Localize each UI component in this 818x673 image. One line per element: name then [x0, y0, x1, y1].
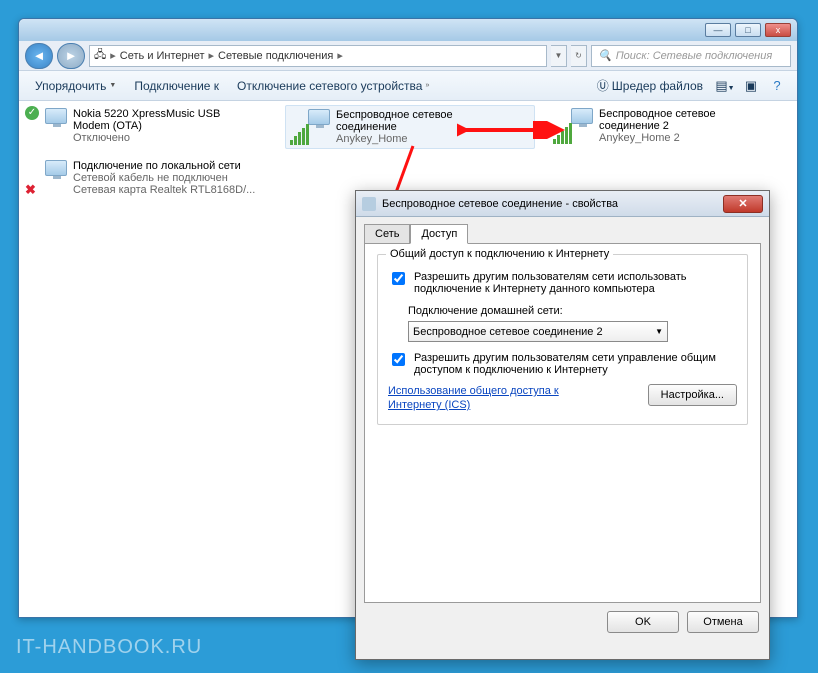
- ics-group: Общий доступ к подключению к Интернету Р…: [377, 254, 748, 425]
- home-network-label: Подключение домашней сети:: [408, 305, 737, 317]
- allow-control-checkbox[interactable]: [392, 353, 405, 366]
- address-row: ◄ ► 🖧 ▸ Сеть и Интернет ▸ Сетевые подклю…: [19, 41, 797, 71]
- allow-control-label: Разрешить другим пользователям сети упра…: [414, 352, 737, 376]
- address-bar[interactable]: 🖧 ▸ Сеть и Интернет ▸ Сетевые подключени…: [89, 45, 547, 67]
- modem-icon: ✓: [27, 108, 67, 144]
- connection-usb-modem[interactable]: ✓ Nokia 5220 XpressMusic USB Modem (OTA)…: [23, 105, 275, 147]
- organize-menu[interactable]: Упорядочить▼: [29, 77, 122, 95]
- connection-name2: Modem (OTA): [73, 120, 220, 132]
- preview-pane-button[interactable]: ▣: [741, 78, 761, 94]
- dialog-close-button[interactable]: ✕: [723, 195, 763, 213]
- connection-name2: соединение: [336, 121, 453, 133]
- dialog-title: Беспроводное сетевое соединение - свойст…: [382, 198, 618, 210]
- search-placeholder: Поиск: Сетевые подключения: [616, 50, 773, 62]
- search-input[interactable]: 🔍 Поиск: Сетевые подключения: [591, 45, 791, 67]
- connection-name: Подключение по локальной сети: [73, 160, 255, 172]
- properties-dialog: Беспроводное сетевое соединение - свойст…: [355, 190, 770, 660]
- ok-button[interactable]: OK: [607, 611, 679, 633]
- breadcrumb-level1[interactable]: Сеть и Интернет: [120, 50, 205, 62]
- dialog-titlebar: Беспроводное сетевое соединение - свойст…: [356, 191, 769, 217]
- title-bar: — □ x: [19, 19, 797, 41]
- help-button[interactable]: ?: [767, 78, 787, 93]
- dialog-buttons: OK Отмена: [356, 611, 769, 643]
- group-title: Общий доступ к подключению к Интернету: [386, 248, 613, 260]
- connection-status: Отключено: [73, 132, 220, 144]
- connection-status: Сетевой кабель не подключен: [73, 172, 255, 184]
- breadcrumb-sep: ▸: [209, 49, 215, 62]
- search-icon: 🔍: [598, 49, 612, 62]
- connection-lan[interactable]: ✖ Подключение по локальной сети Сетевой …: [23, 157, 283, 199]
- home-network-value: Беспроводное сетевое соединение 2: [413, 326, 603, 338]
- connection-name: Nokia 5220 XpressMusic USB: [73, 108, 220, 120]
- lan-icon: ✖: [27, 160, 67, 196]
- toolbar: Упорядочить▼ Подключение к Отключение се…: [19, 71, 797, 101]
- forward-button[interactable]: ►: [57, 43, 85, 69]
- tab-body: Общий доступ к подключению к Интернету Р…: [364, 243, 761, 603]
- address-dropdown[interactable]: ▼: [551, 45, 567, 67]
- connection-adapter: Сетевая карта Realtek RTL8168D/...: [73, 184, 255, 196]
- connection-name: Беспроводное сетевое: [336, 109, 453, 121]
- refresh-button[interactable]: ↻: [571, 45, 587, 67]
- watermark: IT-HANDBOOK.RU: [16, 636, 202, 659]
- allow-share-checkbox[interactable]: [392, 272, 405, 285]
- chevron-down-icon: ▼: [655, 327, 663, 336]
- allow-share-label: Разрешить другим пользователям сети испо…: [414, 271, 737, 295]
- settings-button[interactable]: Настройка...: [648, 384, 737, 406]
- connection-name: Беспроводное сетевое: [599, 108, 716, 120]
- shredder-button[interactable]: Ⓤ Шредер файлов: [591, 75, 709, 96]
- minimize-button[interactable]: —: [705, 23, 731, 37]
- dialog-icon: [362, 197, 376, 211]
- back-button[interactable]: ◄: [25, 43, 53, 69]
- ics-help-link[interactable]: Использование общего доступа к Интернету…: [388, 384, 568, 412]
- connection-name2: соединение 2: [599, 120, 716, 132]
- close-button[interactable]: x: [765, 23, 791, 37]
- home-network-select[interactable]: Беспроводное сетевое соединение 2 ▼: [408, 321, 668, 342]
- annotation-arrow-icon: [457, 121, 567, 139]
- tab-network[interactable]: Сеть: [364, 224, 410, 244]
- connection-ssid: Anykey_Home 2: [599, 132, 716, 144]
- maximize-button[interactable]: □: [735, 23, 761, 37]
- disable-device-menu[interactable]: Отключение сетевого устройства»: [231, 77, 435, 95]
- shredder-icon: Ⓤ: [597, 77, 609, 94]
- tab-sharing[interactable]: Доступ: [410, 224, 468, 244]
- view-options-button[interactable]: ▤▼: [715, 78, 735, 94]
- tab-strip: Сеть Доступ: [356, 217, 769, 243]
- wifi-icon: [290, 109, 330, 145]
- breadcrumb-sep: ▸: [337, 49, 343, 62]
- breadcrumb-sep: ▸: [110, 49, 116, 62]
- connection-wireless-2[interactable]: Беспроводное сетевое соединение 2 Anykey…: [549, 105, 789, 147]
- breadcrumb-level2[interactable]: Сетевые подключения: [218, 50, 333, 62]
- connect-to-menu[interactable]: Подключение к: [128, 77, 225, 95]
- cancel-button[interactable]: Отмена: [687, 611, 759, 633]
- network-icon: 🖧: [94, 46, 106, 65]
